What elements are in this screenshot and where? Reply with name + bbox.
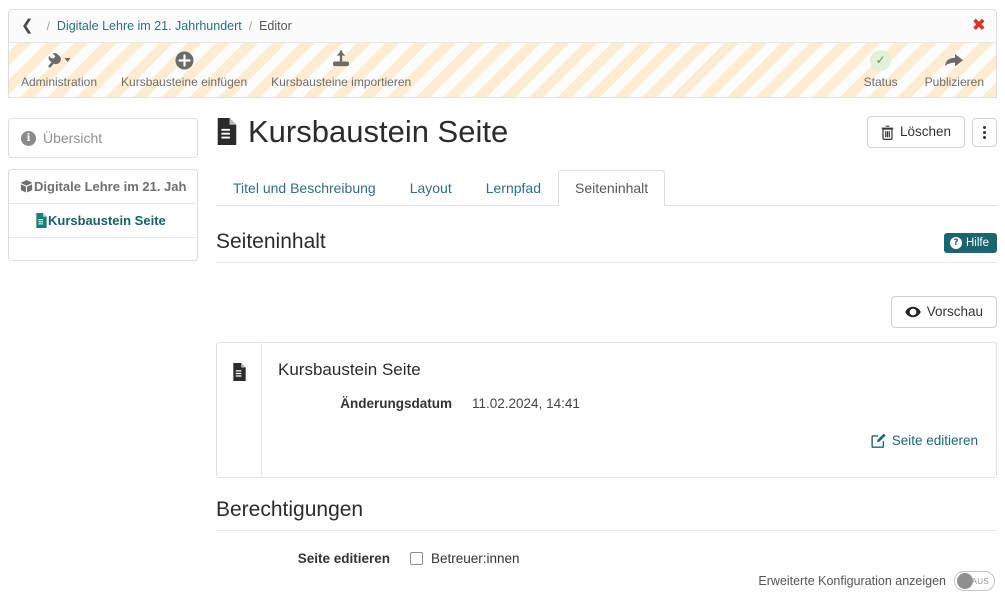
toolbar-item-administration-label: Administration xyxy=(21,75,97,89)
kebab-menu-icon xyxy=(983,126,986,139)
main-content: Kursbaustein Seite Löschen Titel und Bes… xyxy=(216,110,997,566)
checkbox-box[interactable] xyxy=(410,552,423,565)
permissions-row-label: Seite editieren xyxy=(216,551,410,566)
advanced-config-switch[interactable]: AUS xyxy=(954,571,995,591)
toolbar-item-administration[interactable]: Administration xyxy=(9,43,109,89)
tab-layout[interactable]: Layout xyxy=(393,170,469,206)
more-actions-button[interactable] xyxy=(972,118,997,147)
delete-button[interactable]: Löschen xyxy=(867,116,965,148)
upload-icon xyxy=(330,49,352,71)
page-header-actions: Löschen xyxy=(867,110,997,148)
question-circle-icon: ? xyxy=(950,237,962,249)
toolbar-right-group: ✓ Status Publizieren xyxy=(849,43,996,89)
preview-button-label: Vorschau xyxy=(927,304,983,320)
sidebar-tree-item-page-label: Kursbaustein Seite xyxy=(48,213,166,228)
help-button-label: Hilfe xyxy=(966,237,989,249)
sidebar-overview-panel: i Übersicht xyxy=(8,118,198,158)
toolbar-item-insert-building-blocks[interactable]: Kursbausteine einfügen xyxy=(109,43,259,89)
sidebar-tree-empty-row xyxy=(9,238,197,260)
card-body: Kursbaustein Seite Änderungsdatum 11.02.… xyxy=(262,343,996,477)
check-circle-icon: ✓ xyxy=(870,49,891,71)
pencil-square-icon xyxy=(871,433,886,448)
toolbar-item-import-label: Kursbausteine importieren xyxy=(271,75,411,89)
cube-icon xyxy=(19,179,34,194)
edit-page-link[interactable]: Seite editieren xyxy=(871,433,978,448)
section-title: Seiteninhalt xyxy=(216,230,326,253)
page-header: Kursbaustein Seite Löschen xyxy=(216,110,997,148)
info-icon: i xyxy=(21,131,36,146)
tab-lernpfad[interactable]: Lernpfad xyxy=(469,170,558,206)
sidebar-item-overview[interactable]: i Übersicht xyxy=(9,119,197,157)
advanced-config-label: Erweiterte Konfiguration anzeigen xyxy=(758,574,946,588)
card-meta-row: Änderungsdatum 11.02.2024, 14:41 xyxy=(278,396,978,411)
switch-knob xyxy=(957,573,973,589)
sidebar-item-overview-label: Übersicht xyxy=(43,130,102,146)
delete-button-label: Löschen xyxy=(900,124,951,140)
help-button[interactable]: ? Hilfe xyxy=(944,233,997,253)
editor-window: ❮ / Digitale Lehre im 21. Jahrhundert / … xyxy=(8,9,997,98)
switch-state-label: AUS xyxy=(972,577,989,586)
sidebar-tree-item-course[interactable]: Digitale Lehre im 21. Jah xyxy=(9,170,197,204)
card-meta-label: Änderungsdatum xyxy=(278,396,472,411)
sidebar: i Übersicht Digitale Lehre im 21. Jah Ku… xyxy=(8,118,198,261)
permissions-row: Seite editieren Betreuer:innen xyxy=(216,551,997,566)
breadcrumb-separator-1: / xyxy=(47,19,50,33)
toolbar-item-publish-label: Publizieren xyxy=(925,75,984,89)
close-icon[interactable]: ✖ xyxy=(972,18,986,35)
sidebar-tree-item-course-label: Digitale Lehre im 21. Jah xyxy=(34,179,186,194)
breadcrumb-separator-2: / xyxy=(249,19,252,33)
content-section-header: Seiteninhalt ? Hilfe xyxy=(216,230,997,263)
card-meta-value: 11.02.2024, 14:41 xyxy=(472,396,580,411)
card-gutter xyxy=(217,343,262,477)
toolbar-item-insert-label: Kursbausteine einfügen xyxy=(121,75,247,89)
breadcrumb-bar: ❮ / Digitale Lehre im 21. Jahrhundert / … xyxy=(9,10,996,43)
toolbar-item-publish[interactable]: Publizieren xyxy=(913,43,996,89)
editor-toolbar: Administration Kursbausteine einfügen Ku… xyxy=(9,43,996,98)
permission-checkbox-betreuer[interactable]: Betreuer:innen xyxy=(410,551,520,566)
sidebar-course-tree: Digitale Lehre im 21. Jah Kursbaustein S… xyxy=(8,169,198,261)
toolbar-item-status[interactable]: ✓ Status xyxy=(849,43,913,89)
breadcrumb-course-link[interactable]: Digitale Lehre im 21. Jahrhundert xyxy=(57,19,242,33)
edit-page-link-label: Seite editieren xyxy=(892,433,978,448)
tab-seiteninhalt[interactable]: Seiteninhalt xyxy=(558,170,665,206)
sidebar-tree-item-page[interactable]: Kursbaustein Seite xyxy=(9,204,197,238)
toolbar-item-status-label: Status xyxy=(864,75,898,89)
permissions-header: Berechtigungen xyxy=(216,498,997,530)
preview-button[interactable]: Vorschau xyxy=(891,296,997,328)
eye-icon xyxy=(905,306,921,318)
permission-checkbox-label: Betreuer:innen xyxy=(431,551,520,566)
advanced-config-toggle-group: Erweiterte Konfiguration anzeigen AUS xyxy=(758,571,995,591)
toolbar-item-import-building-blocks[interactable]: Kursbausteine importieren xyxy=(259,43,423,89)
card-title: Kursbaustein Seite xyxy=(278,360,978,380)
preview-row: Vorschau xyxy=(216,296,997,328)
page-icon xyxy=(35,213,48,228)
breadcrumb-current: Editor xyxy=(259,19,292,33)
plus-circle-icon xyxy=(175,49,194,71)
card-page-icon xyxy=(232,363,247,477)
card-link-row: Seite editieren xyxy=(278,433,978,448)
page-element-card[interactable]: Kursbaustein Seite Änderungsdatum 11.02.… xyxy=(216,342,997,478)
page-title-text: Kursbaustein Seite xyxy=(248,116,508,147)
permissions-title: Berechtigungen xyxy=(216,498,997,521)
tab-titel-und-beschreibung[interactable]: Titel und Beschreibung xyxy=(216,170,393,206)
trash-icon xyxy=(881,125,894,140)
page-title: Kursbaustein Seite xyxy=(216,110,508,147)
back-chevron-icon[interactable]: ❮ xyxy=(19,16,40,37)
tab-bar: Titel und Beschreibung Layout Lernpfad S… xyxy=(216,168,997,206)
wrench-dropdown-icon xyxy=(46,49,72,71)
page-title-icon xyxy=(216,118,238,145)
share-arrow-icon xyxy=(943,49,965,71)
